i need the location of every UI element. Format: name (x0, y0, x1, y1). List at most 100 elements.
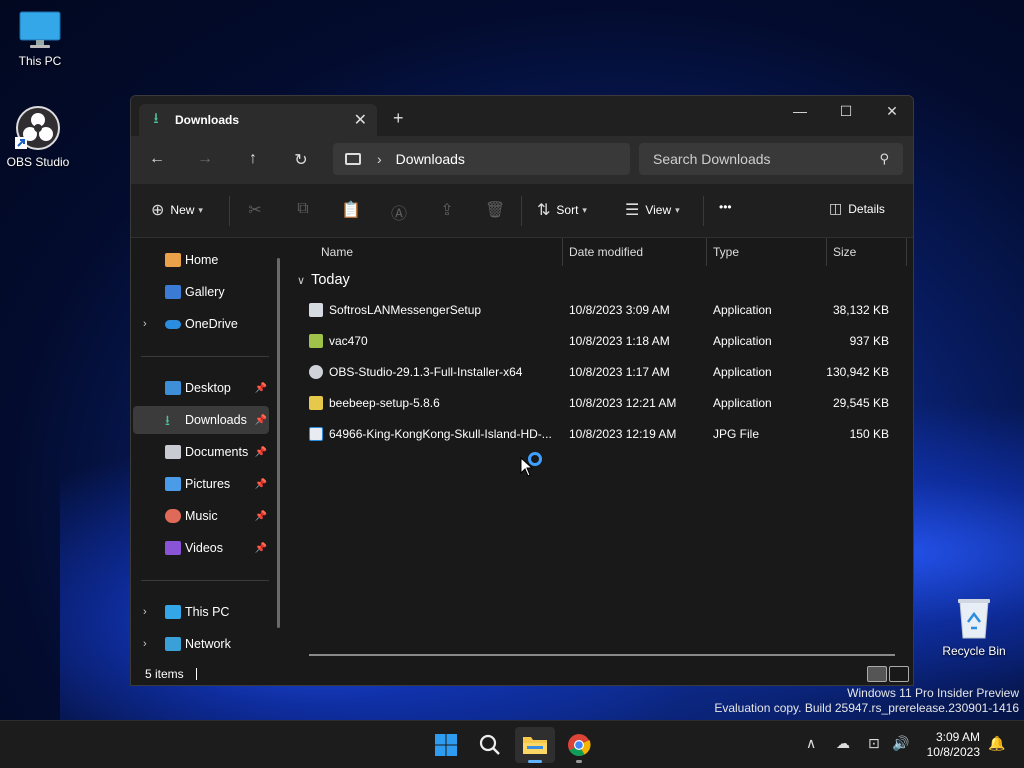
watermark-line-2: Evaluation copy. Build 25947.rs_prerelea… (714, 701, 1019, 715)
onedrive-status-icon[interactable]: ☁ (836, 735, 850, 752)
sidebar-item-this-pc[interactable]: › This PC (133, 598, 269, 626)
sidebar-item-label: Music (185, 509, 218, 523)
title-bar: ⭳ Downloads ✕ + — ☐ ✕ (131, 96, 913, 136)
sidebar-item-pictures[interactable]: Pictures 📌 (133, 470, 269, 498)
sidebar-item-downloads[interactable]: ⭳ Downloads 📌 (133, 406, 269, 434)
column-divider[interactable] (706, 238, 707, 266)
horizontal-scrollbar[interactable] (309, 654, 895, 656)
new-tab-button[interactable]: + (393, 108, 404, 129)
sidebar-item-music[interactable]: Music 📌 (133, 502, 269, 530)
maximize-button[interactable]: ☐ (823, 96, 869, 126)
sidebar-item-gallery[interactable]: Gallery (133, 278, 269, 306)
desktop-icon-recycle-bin[interactable]: Recycle Bin (934, 596, 1014, 658)
view-button[interactable]: ☰ View ▾ (625, 200, 680, 220)
start-button[interactable] (426, 727, 466, 763)
sidebar-item-onedrive[interactable]: › OneDrive (133, 310, 269, 338)
desktop-icon-this-pc[interactable]: This PC (0, 10, 80, 68)
table-row[interactable]: vac470 10/8/2023 1:18 AM Application 937… (301, 326, 901, 356)
taskbar-file-explorer[interactable] (515, 727, 555, 763)
sidebar-item-label: Desktop (185, 381, 231, 395)
new-button[interactable]: ⊕ New ▾ (151, 200, 203, 220)
column-header-date[interactable]: Date modified (569, 238, 643, 266)
refresh-button[interactable]: ↻ (289, 150, 313, 170)
copy-icon[interactable]: ⧉ (293, 200, 313, 218)
sidebar-item-documents[interactable]: Documents 📌 (133, 438, 269, 466)
close-tab-icon[interactable]: ✕ (354, 110, 367, 130)
breadcrumb[interactable]: Downloads (396, 151, 465, 167)
forward-button[interactable]: → (193, 150, 217, 168)
table-row[interactable]: OBS-Studio-29.1.3-Full-Installer-x64 10/… (301, 357, 901, 387)
tab-downloads[interactable]: ⭳ Downloads ✕ (139, 104, 377, 136)
navigation-bar: ← → ↑ ↻ › Downloads ⚲ (131, 136, 913, 184)
minimize-button[interactable]: — (777, 96, 823, 126)
chevron-up-icon[interactable]: ∧ (806, 735, 816, 752)
clock-time: 3:09 AM (935, 730, 980, 744)
rename-icon[interactable]: Ⓐ (389, 200, 409, 224)
more-options-button[interactable]: ••• (719, 200, 732, 214)
monitor-icon (165, 605, 181, 619)
document-icon (165, 445, 181, 459)
pin-icon: 📌 (254, 478, 267, 490)
up-button[interactable]: ↑ (241, 150, 265, 168)
desktop-icon-obs-studio[interactable]: OBS Studio (0, 105, 78, 169)
download-icon: ⭳ (165, 412, 170, 428)
search-button[interactable] (470, 727, 510, 763)
column-divider[interactable] (562, 238, 563, 266)
cut-icon[interactable]: ✂ (245, 200, 265, 220)
download-icon: ⭳ (153, 109, 159, 127)
system-clock[interactable]: 3:09 AM 10/8/2023 (927, 730, 980, 760)
chevron-right-icon[interactable]: › (143, 638, 147, 650)
tiles-view-toggle[interactable] (889, 666, 909, 682)
details-label: Details (848, 201, 885, 216)
search-input[interactable] (653, 151, 880, 167)
back-button[interactable]: ← (145, 150, 169, 168)
share-icon[interactable]: ⇪ (437, 200, 457, 220)
delete-icon[interactable]: 🗑 (485, 200, 505, 220)
sidebar-scrollbar[interactable] (277, 258, 280, 628)
sidebar-item-desktop[interactable]: Desktop 📌 (133, 374, 269, 402)
close-window-button[interactable]: ✕ (869, 96, 913, 126)
file-name: 64966-King-KongKong-Skull-Island-HD-... (329, 427, 552, 441)
address-bar[interactable]: › Downloads (333, 143, 630, 175)
busy-spinner-icon (528, 452, 542, 466)
chevron-right-icon[interactable]: › (143, 606, 147, 618)
column-divider[interactable] (906, 238, 907, 266)
chevron-down-icon: ∨ (297, 274, 306, 287)
volume-icon[interactable]: 🔊 (892, 735, 909, 752)
sidebar-divider (141, 356, 269, 357)
paste-icon[interactable]: 📋 (341, 200, 361, 220)
group-label: Today (311, 272, 350, 288)
chevron-right-icon[interactable]: › (377, 151, 382, 167)
sidebar-item-network[interactable]: › Network (133, 630, 269, 658)
column-divider[interactable] (826, 238, 827, 266)
chevron-right-icon[interactable]: › (143, 318, 147, 330)
details-view-toggle[interactable] (867, 666, 887, 682)
sidebar-item-videos[interactable]: Videos 📌 (133, 534, 269, 562)
details-pane-icon: ◫ (829, 200, 843, 216)
folder-icon (523, 737, 547, 754)
command-bar: ⊕ New ▾ ✂ ⧉ 📋 Ⓐ ⇪ 🗑 ⇅ Sort ▾ ☰ View ▾ ••… (131, 184, 913, 238)
sort-button[interactable]: ⇅ Sort ▾ (537, 200, 587, 220)
column-header-name[interactable]: Name (321, 238, 353, 266)
column-header-type[interactable]: Type (713, 238, 739, 266)
pictures-icon (165, 477, 181, 491)
status-bar: 5 items (131, 662, 913, 685)
table-row[interactable]: SoftrosLANMessengerSetup 10/8/2023 3:09 … (301, 295, 901, 325)
view-label: View (645, 203, 672, 217)
file-name: OBS-Studio-29.1.3-Full-Installer-x64 (329, 365, 523, 379)
details-button[interactable]: ◫ Details (829, 200, 885, 217)
column-header-size[interactable]: Size (833, 238, 856, 266)
taskbar-chrome[interactable] (559, 727, 599, 763)
search-box[interactable]: ⚲ (639, 143, 903, 175)
watermark-line-1: Windows 11 Pro Insider Preview (847, 686, 1019, 700)
sidebar-item-label: Videos (185, 541, 223, 555)
notification-bell-icon[interactable]: 🔔 (988, 735, 1005, 752)
home-icon (165, 253, 181, 267)
file-type: Application (713, 396, 772, 410)
group-header-today[interactable]: ∨ Today (297, 272, 350, 288)
desktop-icon (165, 381, 181, 395)
sidebar-item-home[interactable]: Home (133, 246, 269, 274)
network-icon[interactable]: ⊡ (868, 735, 880, 752)
table-row[interactable]: 64966-King-KongKong-Skull-Island-HD-... … (301, 419, 901, 449)
table-row[interactable]: beebeep-setup-5.8.6 10/8/2023 12:21 AM A… (301, 388, 901, 418)
